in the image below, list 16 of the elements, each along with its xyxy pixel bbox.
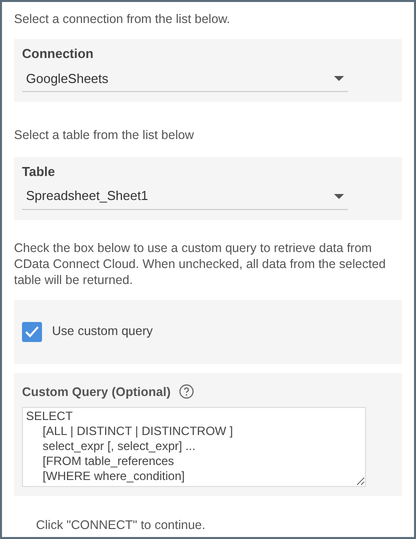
field-label: Custom Query (Optional) [22, 384, 171, 401]
help-icon[interactable] [178, 384, 194, 400]
checkmark-icon [25, 326, 39, 338]
query-input-field[interactable]: SELECT [ALL | DISTINCT | DISTINCTROW ] select_expr [, select_expr] ... [FROM table_references [WHERE where_condition] [22, 407, 366, 488]
footer-text: Click "CONNECT" to continue. [36, 517, 206, 534]
instruction-text: Check the box below to use a custom query to retrieve data from CData Connect Cloud. When unchecked, all data from the selected table will be returned. [14, 240, 387, 288]
dropdown-arrow-icon [334, 76, 344, 81]
dropdown-arrow-icon [334, 194, 344, 198]
connection-select[interactable]: GoogleSheets [22, 66, 348, 92]
field-label: Table [22, 162, 56, 180]
custom-query-checkbox[interactable] [22, 322, 42, 342]
instruction-text: Select a table from the list below [14, 126, 195, 144]
instruction-text: Select a connection from the list below. [14, 11, 232, 28]
field-label: Connection [22, 44, 94, 63]
table-select[interactable]: Spreadsheet_Sheet1 [22, 184, 348, 210]
checkbox-label: Use custom query [52, 323, 153, 340]
